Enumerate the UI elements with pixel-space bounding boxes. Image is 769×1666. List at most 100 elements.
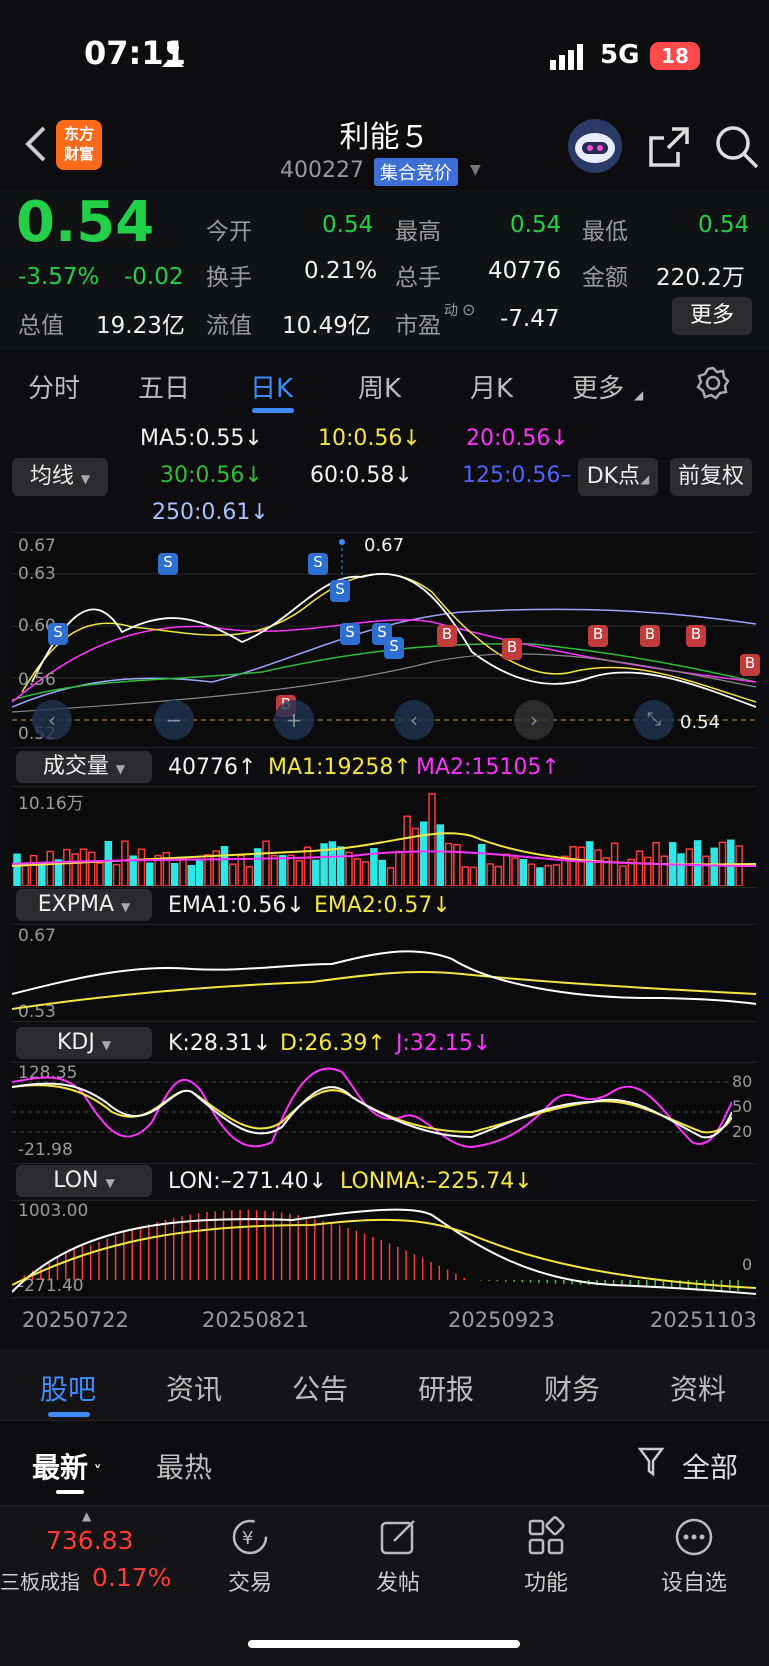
volume-selector[interactable]: 成交量 ▼ [16,751,152,783]
tab-monthly-k[interactable]: 月K [470,368,513,405]
filter-all[interactable]: 全部 [682,1446,738,1486]
volume-bar [121,840,129,886]
tab-news[interactable]: 资讯 [166,1368,222,1408]
trade-label[interactable]: 交易 [210,1565,290,1597]
volume-bar [594,849,602,886]
volume-bar [63,848,71,886]
volume-bar [46,850,54,886]
chevron-down-icon[interactable]: ▼ [470,162,481,178]
volume-bar [610,842,619,886]
settings-gear-icon[interactable] [696,366,730,400]
fullscreen-icon[interactable]: ⤡ [634,700,674,740]
volume-bar [312,859,320,886]
sell-signal-icon[interactable]: S [384,637,404,659]
kline-y-label-4: 0.56 [18,670,56,690]
tab-weekly-k[interactable]: 周K [358,368,401,405]
more-button[interactable]: 更多 [672,297,752,335]
filter-icon[interactable] [638,1446,668,1478]
kdj-level-80: 80 [732,1072,753,1091]
sell-signal-icon[interactable]: S [48,623,68,645]
buy-signal-icon[interactable]: B [437,625,457,647]
sell-signal-icon[interactable]: S [340,623,360,645]
tab-daily-k[interactable]: 日K [250,368,293,405]
volume-value: 40776 [488,258,562,284]
volume-bar [569,846,577,886]
post-label[interactable]: 发帖 [358,1565,438,1597]
share-icon[interactable] [648,126,690,168]
buy-signal-icon[interactable]: B [502,638,522,660]
volume-bar [428,793,436,886]
tab-guba[interactable]: 股吧 [40,1368,96,1408]
volume-bar [486,863,494,886]
kdj-level-50: 50 [732,1097,753,1116]
lon-selector[interactable]: LON ▼ [16,1165,152,1197]
tab-profile[interactable]: 资料 [670,1368,726,1408]
volume-bar [38,865,46,886]
lon-chart-svg [12,1208,756,1295]
current-price: 0.54 [16,190,155,255]
scroll-prev-icon[interactable]: ‹ [394,700,434,740]
volume-bar [21,864,30,886]
search-icon[interactable] [714,124,760,170]
turnover-value: 0.21% [304,258,378,284]
volume-bar [13,853,21,886]
date-label-3: 20250923 [448,1308,555,1332]
tab-research[interactable]: 研报 [418,1368,474,1408]
zoom-out-icon[interactable]: − [154,700,194,740]
tab-five-day[interactable]: 五日 [138,368,190,405]
index-value[interactable]: 736.83 [46,1526,133,1555]
amount-label: 金额 [582,265,628,291]
functions-icon[interactable] [524,1515,568,1559]
expma-selector[interactable]: EXPMA ▼ [16,889,152,921]
tab-finance[interactable]: 财务 [544,1368,600,1408]
sell-signal-icon[interactable]: S [330,580,350,602]
low-label: 最低 [582,219,628,245]
active-content-tab-indicator [48,1412,90,1417]
sort-newest[interactable]: 最新 ˅ [32,1446,102,1486]
buy-signal-icon[interactable]: B [686,625,706,647]
zoom-in-icon[interactable]: + [274,700,314,740]
stock-code: 400227 [280,158,364,183]
tab-announcements[interactable]: 公告 [292,1368,348,1408]
robot-assistant-icon[interactable] [566,118,624,174]
volume-bar [262,840,270,886]
buy-signal-icon[interactable]: B [740,654,760,676]
content-tabs [0,1350,769,1420]
more-caret-icon: ◢ [634,388,644,402]
post-icon[interactable] [376,1515,420,1559]
ma5-value: MA5:0.55↓ [140,426,263,451]
index-change[interactable]: 0.17% [92,1563,171,1592]
volume-bar [361,861,370,886]
change-percent: -3.57% [18,264,100,290]
sort-hottest[interactable]: 最热 [156,1446,212,1486]
volume-bar [577,846,586,886]
tab-more[interactable]: 更多 [572,368,624,405]
signal-icon [550,44,583,70]
info-icon[interactable]: ⊙ [462,300,475,319]
sell-signal-icon[interactable]: S [308,553,328,575]
watchlist-label[interactable]: 设自选 [654,1565,734,1597]
pe-dynamic-label: 动 [444,303,458,319]
volume-bar [303,846,312,886]
ma250-value: 250:0.61↓ [152,500,269,525]
tab-intraday[interactable]: 分时 [28,368,80,405]
volume-bar [187,865,196,886]
forward-adjust-button[interactable]: 前复权 [670,458,752,496]
buy-signal-icon[interactable]: B [640,625,660,647]
scroll-next-icon[interactable]: › [514,700,554,740]
dk-point-button[interactable]: DK点◢ [578,458,658,496]
volume-bar [727,839,735,886]
volume-value: 40776↑ [168,755,257,780]
watchlist-icon[interactable] [672,1515,716,1559]
functions-label[interactable]: 功能 [506,1565,586,1597]
scroll-left-icon[interactable]: ‹ [32,700,72,740]
ma-selector[interactable]: 均线 ▼ [12,458,108,496]
trade-icon[interactable]: ¥ [228,1515,272,1559]
buy-signal-icon[interactable]: B [588,625,608,647]
auction-badge[interactable]: 集合竞价 [374,158,458,186]
index-name[interactable]: 三板成指 [0,1566,80,1595]
date-label-4: 20251103 [650,1308,757,1332]
kdj-selector[interactable]: KDJ ▼ [16,1027,152,1059]
sell-signal-icon[interactable]: S [158,553,178,575]
high-price-marker: 0.67 [364,535,405,556]
